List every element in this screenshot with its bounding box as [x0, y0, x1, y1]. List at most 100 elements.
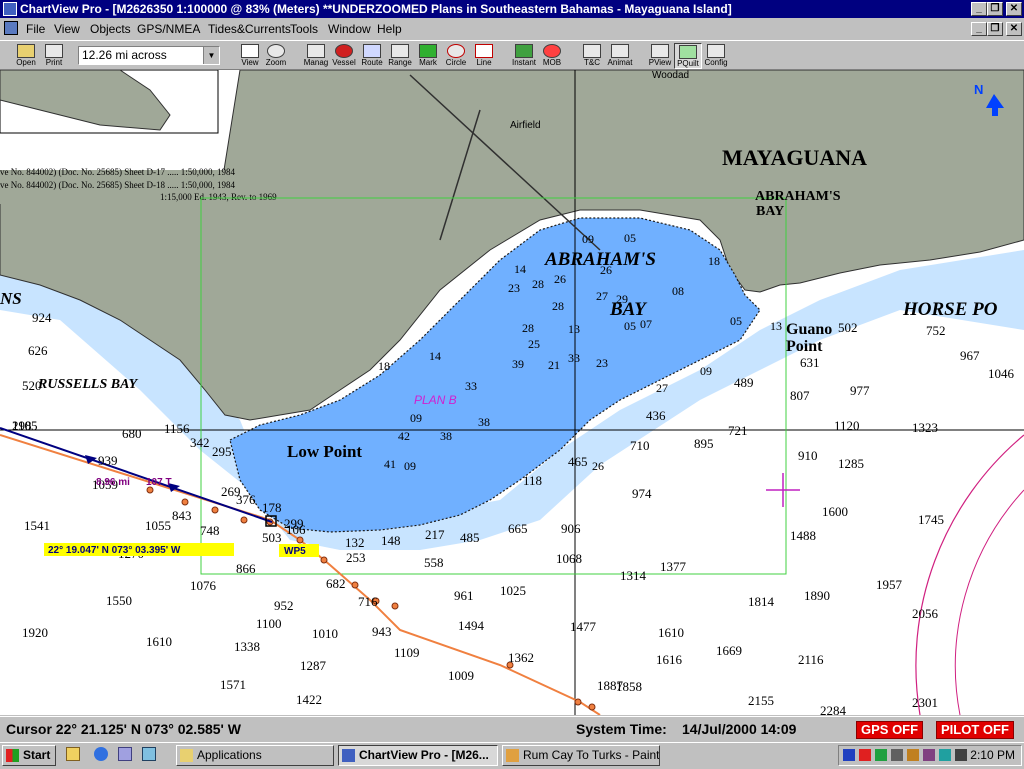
task-chartview[interactable]: ChartView Pro - [M26...: [338, 745, 498, 766]
doc-maximize-button[interactable]: ❐: [987, 22, 1003, 36]
circle-button[interactable]: Circle: [442, 43, 470, 69]
sounding-label: 38: [440, 429, 452, 443]
tray-printer-icon[interactable]: [955, 749, 967, 761]
sounding-label: 1488: [790, 528, 816, 543]
start-button[interactable]: Start: [2, 745, 56, 766]
mob-button[interactable]: MOB: [538, 43, 566, 69]
route-point[interactable]: [391, 602, 399, 610]
tides-currents-button[interactable]: T&C: [578, 43, 606, 69]
animate-button[interactable]: Animat: [606, 43, 634, 69]
label-horse-point: HORSE PO: [902, 299, 998, 320]
nautical-chart[interactable]: ve No. 844002) (Doc. No. 25685) Sheet D-…: [0, 70, 1024, 715]
tray-volume-icon[interactable]: [891, 749, 903, 761]
sounding-label: 1610: [146, 634, 172, 649]
route-icon: [363, 44, 381, 58]
pview-button[interactable]: PView: [646, 43, 674, 69]
menu-tools[interactable]: Tools: [290, 22, 318, 36]
menu-tides[interactable]: Tides&Currents: [208, 22, 291, 36]
quicklaunch-channels-icon[interactable]: [142, 747, 156, 761]
sounding-label: 906: [561, 521, 581, 536]
print-button[interactable]: Print: [40, 43, 68, 69]
sounding-label: 09: [700, 364, 712, 378]
menu-view[interactable]: View: [54, 22, 80, 36]
route-point[interactable]: [351, 581, 359, 589]
sounding-label: 2301: [912, 695, 938, 710]
route-button[interactable]: Route: [358, 43, 386, 69]
quilt-icon: [679, 45, 697, 59]
tray-network-icon[interactable]: [875, 749, 887, 761]
sounding-label: 1362: [508, 650, 534, 665]
minimize-button[interactable]: _: [971, 2, 987, 16]
quicklaunch-desktop-icon[interactable]: [66, 747, 80, 761]
pilot-status-badge[interactable]: PILOT OFF: [936, 721, 1014, 739]
sounding-label: 1287: [300, 658, 327, 673]
tray-shield-icon[interactable]: [843, 749, 855, 761]
config-button[interactable]: Config: [702, 43, 730, 69]
sounding-label: 626: [28, 343, 48, 358]
route-point[interactable]: [181, 498, 189, 506]
document-icon[interactable]: [4, 21, 18, 35]
tray-antivirus-icon[interactable]: [859, 749, 871, 761]
sounding-label: 1338: [234, 639, 260, 654]
manage-button[interactable]: Manag: [302, 43, 330, 69]
mark-button[interactable]: Mark: [414, 43, 442, 69]
chevron-down-icon[interactable]: ▼: [203, 47, 219, 64]
close-button[interactable]: ✕: [1006, 2, 1022, 16]
open-button[interactable]: Open: [12, 43, 40, 69]
menu-help[interactable]: Help: [377, 22, 402, 36]
tray-modem-icon[interactable]: [939, 749, 951, 761]
sounding-label: 1323: [912, 420, 938, 435]
maximize-button[interactable]: ❐: [987, 2, 1003, 16]
sounding-label: 1745: [918, 512, 944, 527]
sounding-label: 1814: [748, 594, 775, 609]
zoom-button[interactable]: Zoom: [262, 43, 290, 69]
line-button[interactable]: Line: [470, 43, 498, 69]
route-point[interactable]: [588, 703, 596, 711]
task-paint[interactable]: Rum Cay To Turks - Paint: [502, 745, 660, 766]
menu-objects[interactable]: Objects: [90, 22, 131, 36]
menu-gps[interactable]: GPS/NMEA: [137, 22, 200, 36]
sounding-label: 118: [523, 473, 542, 488]
sounding-label: 295: [212, 444, 232, 459]
sounding-label: 1422: [296, 692, 322, 707]
instant-icon: [515, 44, 533, 58]
range-button[interactable]: Range: [386, 43, 414, 69]
route-point[interactable]: [211, 506, 219, 514]
pquilt-button[interactable]: PQuilt: [674, 43, 702, 69]
sounding-label: 558: [424, 555, 444, 570]
view-button[interactable]: View: [236, 43, 264, 69]
sounding-label: 42: [398, 429, 410, 443]
sounding-label: 13: [770, 319, 782, 333]
route-point[interactable]: [240, 516, 248, 524]
chart-canvas[interactable]: ve No. 844002) (Doc. No. 25685) Sheet D-…: [0, 70, 1024, 715]
task-applications[interactable]: Applications: [176, 745, 334, 766]
route-point[interactable]: [296, 536, 304, 544]
quicklaunch-outlook-icon[interactable]: [118, 747, 132, 761]
vessel-button[interactable]: Vessel: [330, 43, 358, 69]
menu-window[interactable]: Window: [328, 22, 371, 36]
sounding-label: 503: [262, 530, 282, 545]
sounding-label: 1076: [190, 578, 217, 593]
clock[interactable]: 2:10 PM: [970, 748, 1015, 762]
sounding-label: 895: [694, 436, 714, 451]
gps-status-badge[interactable]: GPS OFF: [856, 721, 924, 739]
tray-font-icon[interactable]: [907, 749, 919, 761]
scale-select[interactable]: 12.26 mi across ▼: [78, 46, 220, 65]
sounding-label: 23: [596, 356, 608, 370]
sounding-label: 41: [384, 457, 396, 471]
sounding-label: 09: [404, 459, 416, 473]
route-point[interactable]: [574, 698, 582, 706]
sounding-label: 253: [346, 550, 366, 565]
instant-button[interactable]: Instant: [510, 43, 538, 69]
sounding-label: 33: [568, 351, 580, 365]
doc-minimize-button[interactable]: _: [971, 22, 987, 36]
doc-close-button[interactable]: ✕: [1006, 22, 1022, 36]
route-point[interactable]: [320, 556, 328, 564]
sounding-label: 1068: [556, 551, 582, 566]
waypoint-label[interactable]: WP5: [284, 546, 306, 557]
app-icon[interactable]: [3, 2, 17, 16]
tray-display-icon[interactable]: [923, 749, 935, 761]
menu-file[interactable]: File: [26, 22, 45, 36]
quicklaunch-ie-icon[interactable]: [94, 747, 108, 761]
animate-icon: [611, 44, 629, 58]
